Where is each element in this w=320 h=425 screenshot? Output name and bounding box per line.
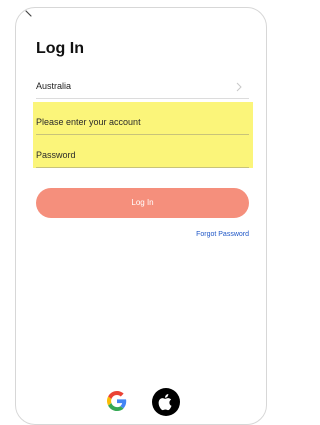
forgot-password-link[interactable]: Forgot Password: [196, 231, 249, 238]
account-field: [36, 110, 249, 135]
page-title: Log In: [36, 40, 84, 57]
password-input[interactable]: [36, 147, 249, 163]
apple-icon[interactable]: [152, 388, 180, 416]
apple-glyph-icon: [158, 394, 172, 411]
login-button[interactable]: Log In: [36, 188, 249, 218]
region-selector[interactable]: Australia: [36, 78, 249, 99]
social-login-row: [16, 388, 266, 416]
password-field: [36, 143, 249, 168]
region-value: Australia: [36, 81, 72, 91]
phone-frame: Log In Australia Log In Forgot Password: [15, 7, 267, 425]
google-icon[interactable]: [107, 391, 127, 411]
chevron-right-icon: [236, 82, 242, 92]
back-arrow-icon[interactable]: [24, 10, 34, 20]
account-input[interactable]: [36, 114, 249, 130]
